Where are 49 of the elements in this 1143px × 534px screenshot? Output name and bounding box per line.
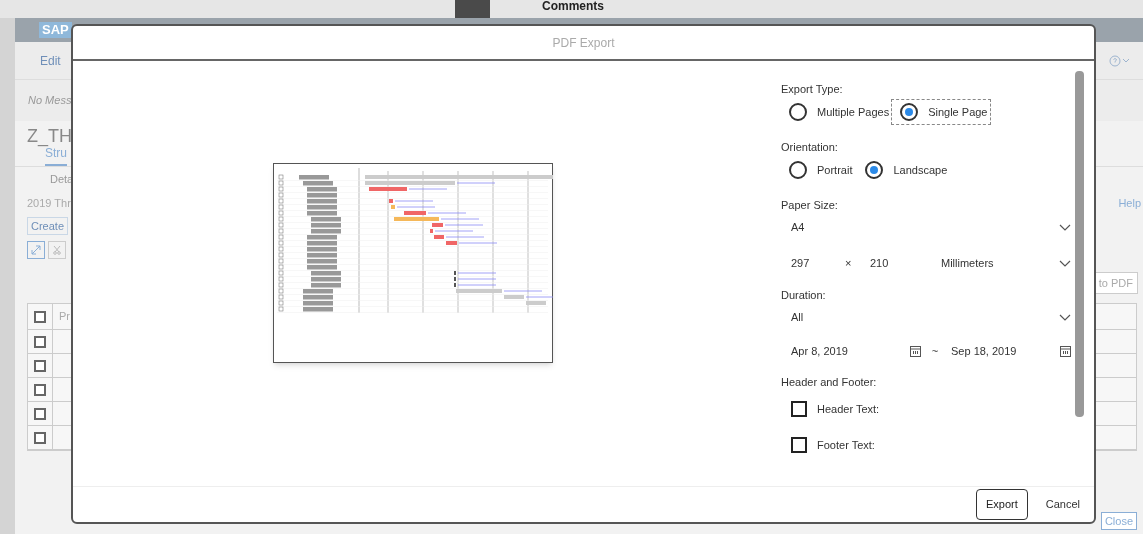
- height-field[interactable]: 210: [870, 254, 941, 272]
- checkbox[interactable]: [34, 431, 46, 444]
- times-sign: ×: [845, 255, 853, 271]
- description-text: 2019 Thr: [27, 195, 71, 211]
- radio-option[interactable]: Landscape: [865, 158, 951, 182]
- calendar-icon[interactable]: [910, 345, 921, 357]
- comments-heading: Comments: [542, 0, 604, 13]
- sap-logo: SAP: [39, 22, 72, 38]
- section-label: Duration:: [781, 287, 827, 303]
- width-field[interactable]: 297: [791, 254, 845, 272]
- radio-option[interactable]: Single Page: [892, 100, 991, 124]
- radio-option[interactable]: Portrait: [789, 158, 856, 182]
- column-header: Pr: [58, 309, 70, 325]
- export-button[interactable]: Export: [975, 489, 1028, 520]
- checkbox[interactable]: [34, 335, 46, 348]
- checkbox[interactable]: [34, 407, 46, 420]
- radio-option[interactable]: Multiple Pages: [789, 100, 893, 124]
- paper-size-dropdown[interactable]: A4: [781, 214, 1075, 240]
- scissors-icon: [53, 245, 61, 255]
- unit-dropdown[interactable]: Millimeters: [941, 254, 1071, 272]
- checkbox-option[interactable]: Header Text:: [781, 391, 880, 427]
- date-value: Sep 18, 2019: [951, 343, 1017, 359]
- start-date-field[interactable]: Apr 8, 2019: [791, 342, 923, 360]
- end-date-field[interactable]: Sep 18, 2019: [947, 342, 1071, 360]
- scrollbar[interactable]: [1075, 71, 1084, 417]
- dropdown-value: Millimeters: [941, 255, 994, 271]
- section-label: Paper Size:: [781, 197, 839, 213]
- section-label: Export Type:: [781, 81, 844, 97]
- checkbox[interactable]: [34, 359, 46, 372]
- dropdown-value: A4: [791, 219, 805, 235]
- checkbox-option[interactable]: Footer Text:: [781, 427, 875, 463]
- chevron-down-icon[interactable]: [1059, 313, 1071, 321]
- section-label: Orientation:: [781, 139, 839, 155]
- checkbox[interactable]: [34, 383, 46, 396]
- checkbox[interactable]: [34, 310, 46, 323]
- dialog-title: PDF Export: [552, 34, 615, 52]
- duration-dropdown[interactable]: All: [781, 304, 1075, 330]
- dark-block: [455, 0, 490, 18]
- calendar-icon[interactable]: [1060, 345, 1071, 357]
- message-text: No Mess: [28, 93, 72, 109]
- chevron-down-icon[interactable]: [1059, 223, 1071, 231]
- object-title: Z_TH: [27, 126, 72, 146]
- expand-icon: [31, 245, 41, 255]
- date-value: Apr 8, 2019: [791, 343, 848, 359]
- section-label: Header and Footer:: [781, 374, 878, 390]
- chevron-down-icon[interactable]: [1059, 259, 1071, 267]
- range-separator: ~: [930, 343, 940, 359]
- dropdown-value: All: [791, 309, 804, 325]
- cancel-button[interactable]: Cancel: [1043, 489, 1082, 520]
